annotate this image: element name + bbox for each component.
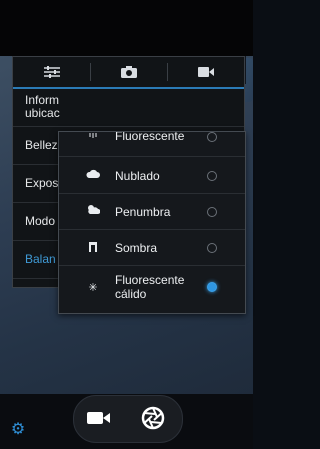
wb-radio-selected[interactable] xyxy=(207,282,217,292)
wb-radio[interactable] xyxy=(207,207,217,217)
wb-option-fluorescent[interactable]: Fluorescente xyxy=(59,131,245,157)
camera-icon xyxy=(120,66,137,78)
wb-option-shade[interactable]: Sombra xyxy=(59,229,245,266)
setting-label: Modo xyxy=(25,214,56,228)
wb-option-label: Nublado xyxy=(115,169,160,183)
wb-option-twilight[interactable]: Penumbra xyxy=(59,193,245,230)
shutter-button[interactable] xyxy=(133,400,173,436)
setting-label: Balan xyxy=(25,252,56,266)
video-record-button[interactable] xyxy=(80,400,118,436)
wb-radio[interactable] xyxy=(207,171,217,181)
tab-camera[interactable] xyxy=(90,57,167,87)
wb-option-cloudy[interactable]: Nublado xyxy=(59,157,245,194)
wb-option-label: Penumbra xyxy=(115,205,171,219)
wb-radio[interactable] xyxy=(207,132,217,142)
wb-option-label: Fluorescente cálido xyxy=(115,273,184,301)
setting-label: Inform xyxy=(25,93,60,107)
tab-video[interactable] xyxy=(167,57,244,87)
setting-location-info[interactable]: Inform ubicac xyxy=(13,89,244,127)
shutter-icon xyxy=(141,406,165,430)
wb-radio[interactable] xyxy=(207,243,217,253)
wb-option-label-line1: Fluorescente xyxy=(115,273,185,287)
setting-label: ubicac xyxy=(25,106,60,120)
twilight-icon xyxy=(85,203,101,219)
wb-option-warm-fluorescent[interactable]: ✳ Fluorescente cálido xyxy=(59,265,245,312)
white-balance-popup: Fluorescente Nublado Penumbra Sombra ✳ F… xyxy=(58,131,246,314)
gear-icon: ⚙ xyxy=(10,421,26,438)
setting-label: Expos xyxy=(25,176,59,190)
video-icon xyxy=(197,67,214,77)
sliders-icon xyxy=(43,66,60,78)
wb-option-label-line2: cálido xyxy=(115,287,147,301)
settings-button[interactable]: ⚙ xyxy=(9,421,27,439)
wb-option-label: Sombra xyxy=(115,241,158,255)
setting-label: Bellez xyxy=(25,138,58,152)
shade-icon xyxy=(85,239,101,255)
video-camera-icon xyxy=(87,412,110,424)
settings-tabs xyxy=(13,57,244,89)
fluorescent-icon xyxy=(85,132,101,144)
warm-fluorescent-icon: ✳ xyxy=(88,282,98,294)
tab-settings[interactable] xyxy=(13,57,90,87)
cloud-icon xyxy=(85,167,101,183)
wb-option-label: Fluorescente xyxy=(115,131,185,143)
top-bar xyxy=(0,0,253,56)
